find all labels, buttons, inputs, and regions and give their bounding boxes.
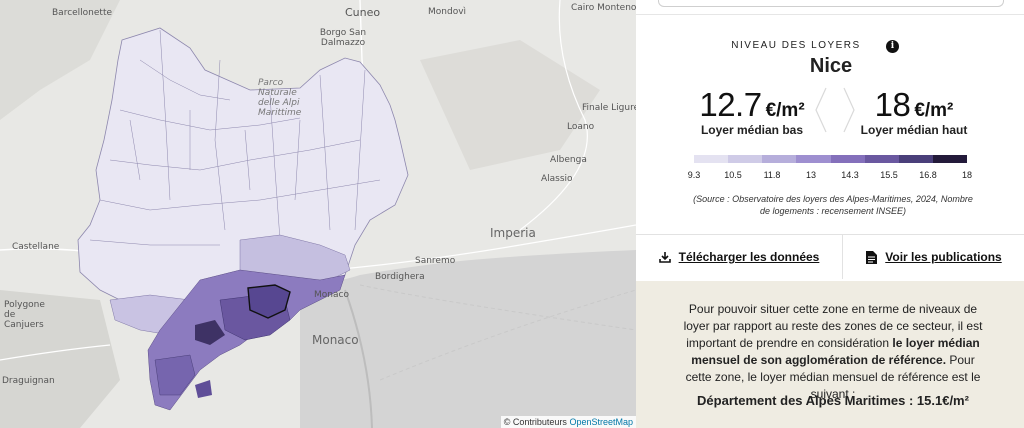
place-label: Cairo Montenotte	[571, 3, 636, 13]
place-label: Bordighera	[375, 272, 425, 282]
download-icon	[658, 252, 671, 263]
map-view[interactable]: Barcellonette Cuneo Mondovì Cairo Monten…	[0, 0, 636, 428]
high-rent-caption: Loyer médian haut	[860, 123, 968, 137]
search-input[interactable]	[658, 0, 1004, 7]
place-label: Finale Ligure	[582, 103, 636, 113]
low-rent-unit: €/m²	[765, 100, 805, 121]
legend-swatch	[898, 155, 933, 163]
legend-tick-label: 10.5	[724, 170, 742, 180]
legend-swatch	[762, 155, 797, 163]
place-label: Loano	[567, 122, 595, 132]
publications-button[interactable]: Voir les publications	[842, 235, 1024, 279]
download-data-button[interactable]: Télécharger les données	[636, 235, 842, 279]
legend-tick-label: 15.5	[880, 170, 898, 180]
low-rent-number: 12.7	[699, 86, 762, 123]
high-rent-number: 18	[874, 86, 911, 123]
document-icon	[866, 250, 878, 264]
map-attribution: © Contributeurs OpenStreetMap	[500, 416, 636, 428]
high-rent-unit: €/m²	[914, 100, 954, 121]
place-label: Borgo San Dalmazzo	[319, 28, 367, 48]
rent-level-title: NIVEAU DES LOYERS	[731, 40, 861, 51]
legend-swatch	[932, 155, 967, 163]
legend-tick-label: 9.3	[687, 170, 701, 180]
openstreetmap-link[interactable]: OpenStreetMap	[569, 417, 633, 427]
place-label: Parco Naturale delle Alpi Marittime	[258, 78, 302, 118]
divider	[636, 14, 1024, 15]
place-label: Cuneo	[345, 6, 381, 19]
map-canvas[interactable]	[0, 0, 636, 428]
place-label: Albenga	[550, 155, 587, 165]
low-rent-value: 12.7 €/m²	[667, 86, 837, 124]
city-name: Nice	[809, 55, 853, 77]
place-label: Barcellonette	[52, 8, 113, 18]
source-note: (Source : Observatoire des loyers des Al…	[693, 194, 973, 216]
legend-swatch	[694, 155, 729, 163]
legend-tick-label: 14.3	[841, 170, 859, 180]
place-label: Alassio	[541, 174, 573, 184]
place-label: Polygone de Canjuers	[4, 300, 45, 330]
place-label: Draguignan	[2, 376, 55, 386]
info-icon[interactable]: i	[886, 40, 899, 53]
reference-rent-result: Département des Alpes Maritimes : 15.1€/…	[697, 393, 969, 408]
place-label: Imperia	[490, 226, 536, 240]
legend-ticks: 9.3 10.5 11.8 13 14.3 15.5 16.8 18	[688, 170, 972, 182]
action-buttons: Télécharger les données Voir les publica…	[636, 234, 1024, 279]
place-label: Mondovì	[428, 7, 467, 17]
legend-swatch	[830, 155, 865, 163]
place-label: Monaco	[314, 290, 349, 300]
place-label: Monaco	[312, 333, 359, 347]
legend-tick-label: 16.8	[919, 170, 937, 180]
legend-swatch	[728, 155, 763, 163]
low-rent-caption: Loyer médian bas	[700, 123, 804, 137]
legend-tick-label: 13	[805, 170, 817, 180]
publications-label: Voir les publications	[885, 250, 1002, 264]
place-label: Sanremo	[415, 256, 456, 266]
download-label: Télécharger les données	[678, 250, 820, 264]
reference-note-text: Pour pouvoir situer cette zone en terme …	[683, 302, 983, 401]
legend-swatch	[796, 155, 831, 163]
high-rent-value: 18 €/m²	[829, 86, 999, 124]
color-legend	[694, 155, 967, 163]
legend-tick-label: 11.8	[763, 170, 781, 180]
legend-tick-label: 18	[961, 170, 973, 180]
legend-swatch	[864, 155, 899, 163]
place-label: Castellane	[12, 242, 60, 252]
